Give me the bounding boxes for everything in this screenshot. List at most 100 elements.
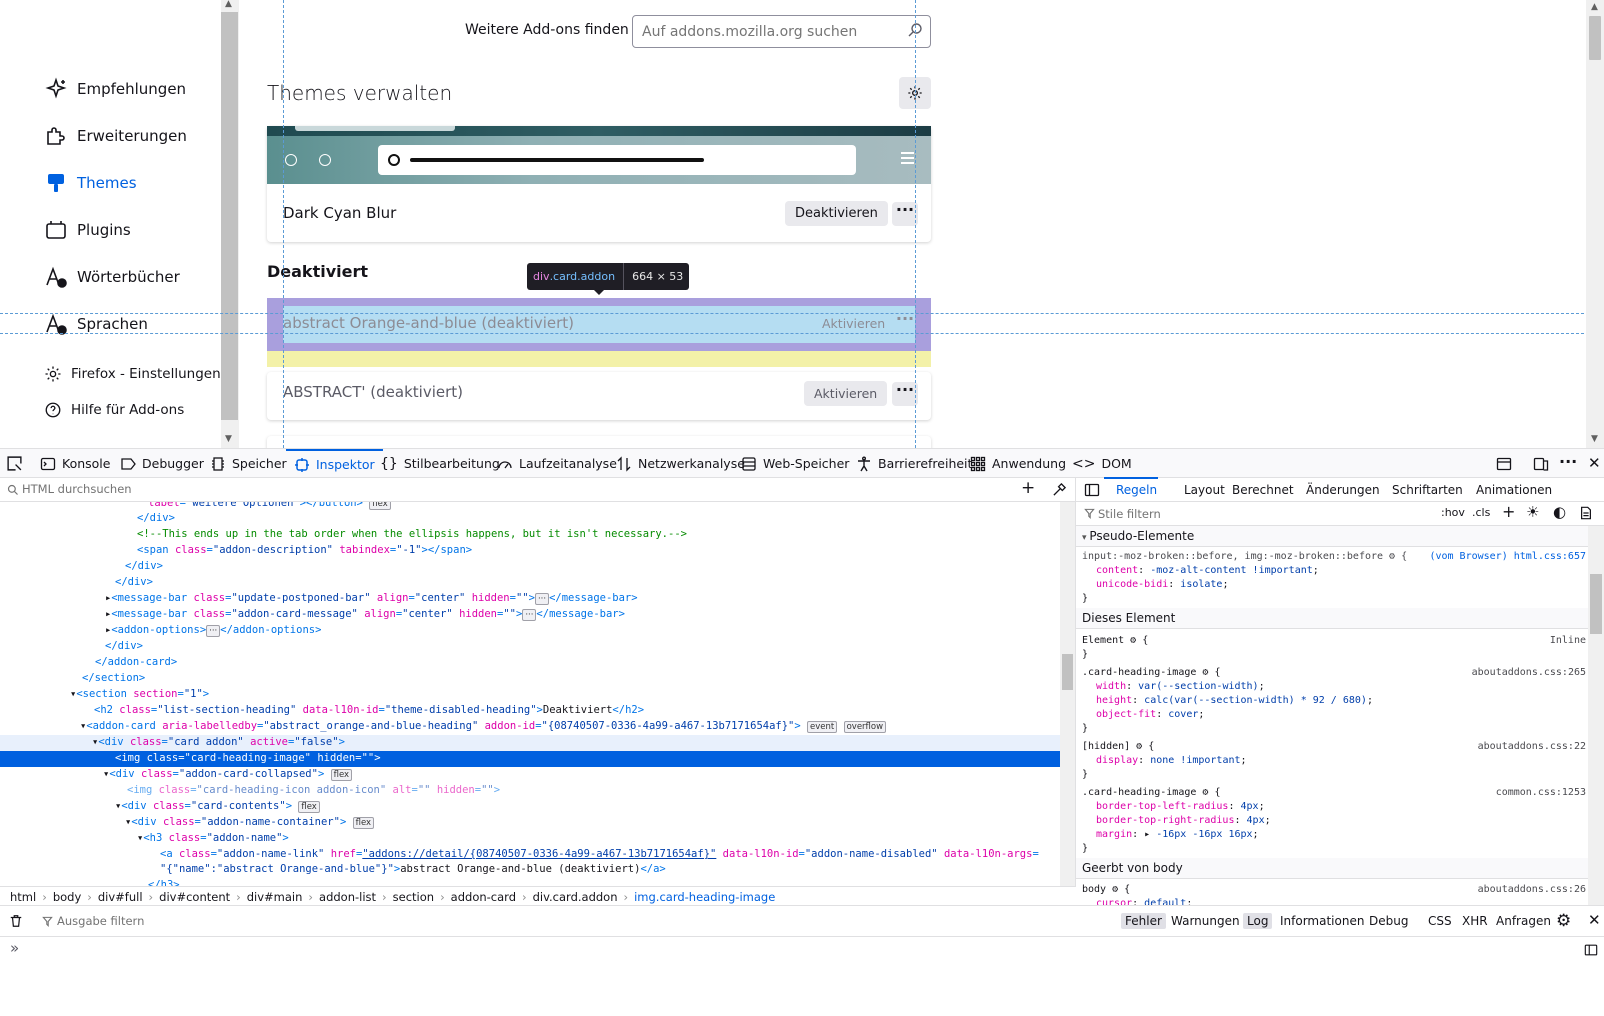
tree-node[interactable]: </div> [0, 575, 1060, 591]
rule-declaration[interactable]: width: var(--section-width); [1082, 680, 1586, 694]
tab-computed[interactable]: Berechnet [1232, 483, 1294, 497]
console-input[interactable] [30, 940, 1560, 960]
tree-node[interactable]: ▾<section section="1"> [0, 687, 1060, 703]
dock-side-icon[interactable] [1496, 456, 1512, 472]
filter-css[interactable]: CSS [1428, 914, 1452, 928]
tree-node[interactable]: ▾<div class="addon-card-collapsed"> flex [0, 767, 1060, 783]
trash-icon[interactable] [9, 914, 23, 928]
breadcrumb-item[interactable]: body [53, 890, 81, 904]
tree-node[interactable]: ▾<div class="card-contents"> flex [0, 799, 1060, 815]
breadcrumb-item[interactable]: section [393, 890, 434, 904]
tree-node[interactable]: <h2 class="list-section-heading" data-l1… [0, 703, 1060, 719]
scrollbar-thumb[interactable] [1589, 16, 1601, 60]
tree-node[interactable]: <img class="card-heading-icon addon-icon… [0, 783, 1060, 799]
tab-inspector[interactable]: Inspektor [286, 449, 383, 478]
sidebar-item-firefox-settings[interactable]: Firefox - Einstellungen [44, 365, 221, 383]
enable-button[interactable]: Aktivieren [804, 381, 888, 406]
tree-node[interactable]: ▸<message-bar class="addon-card-message"… [0, 607, 1060, 623]
sidebar-scrollbar[interactable]: ▲ ▼ [221, 0, 239, 448]
split-console-icon[interactable] [1533, 456, 1549, 472]
close-icon[interactable]: ✕ [1588, 911, 1601, 929]
tree-node[interactable]: <span class="addon-description" tabindex… [0, 543, 1060, 559]
addon-name[interactable]: Dark Cyan Blur [283, 204, 396, 222]
tree-node[interactable]: </addon-card> [0, 655, 1060, 671]
tree-node[interactable]: </div> [0, 639, 1060, 655]
markup-scrollbar[interactable] [1060, 502, 1075, 886]
breadcrumb-item[interactable]: div#full [98, 890, 143, 904]
amo-search-input[interactable] [632, 15, 931, 48]
tab-animations[interactable]: Animationen [1476, 483, 1552, 497]
tab-console[interactable]: Konsole [40, 449, 110, 478]
section-pseudo-elements[interactable]: ▾ Pseudo-Elemente [1076, 526, 1588, 547]
breadcrumb-item[interactable]: addon-card [451, 890, 516, 904]
rule-declaration[interactable]: object-fit: cover; [1082, 708, 1586, 722]
breadcrumb-item[interactable]: div#content [159, 890, 230, 904]
rule-declaration[interactable]: margin: ▸ -16px -16px 16px; [1082, 828, 1586, 842]
hover-toggle[interactable]: :hov [1441, 506, 1465, 519]
rule-declaration[interactable]: display: none !important; [1082, 754, 1586, 768]
dark-theme-icon[interactable]: ◐ [1553, 503, 1566, 521]
tab-performance[interactable]: Laufzeitanalyse [497, 449, 617, 478]
sidebar-item-addons-help[interactable]: Hilfe für Add-ons [44, 401, 184, 419]
tab-rules[interactable]: Regeln [1116, 483, 1157, 497]
tab-layout[interactable]: Layout [1184, 483, 1225, 497]
rule-selector[interactable]: [hidden] ⚙ {aboutaddons.css:22 [1082, 740, 1586, 754]
filter-warnings[interactable]: Warnungen [1171, 914, 1240, 928]
sidebar-item-dictionaries[interactable]: Wörterbücher [44, 265, 180, 289]
tab-fonts[interactable]: Schriftarten [1392, 483, 1463, 497]
close-icon[interactable]: ✕ [1588, 454, 1601, 472]
tree-node[interactable]: </section> [0, 671, 1060, 687]
tree-node[interactable]: <!--This ends up in the tab order when t… [0, 527, 1060, 543]
addon-name[interactable]: ABSTRACT' (deaktiviert) [283, 383, 463, 401]
tree-node[interactable]: </div> [0, 559, 1060, 575]
rule-declaration[interactable]: height: calc(var(--section-width) * 92 /… [1082, 694, 1586, 708]
tab-application[interactable]: Anwendung [970, 449, 1066, 478]
sidebar-item-recommendations[interactable]: Empfehlungen [44, 77, 186, 101]
tab-debugger[interactable]: Debugger [120, 449, 204, 478]
add-node-icon[interactable]: + [1021, 478, 1035, 498]
sidebar-item-plugins[interactable]: Plugins [44, 218, 131, 242]
filter-errors[interactable]: Fehler [1121, 913, 1166, 929]
light-theme-icon[interactable]: ☀ [1526, 503, 1539, 521]
filter-log[interactable]: Log [1243, 913, 1273, 929]
class-toggle[interactable]: .cls [1472, 506, 1490, 519]
element-picker-icon[interactable] [6, 455, 23, 472]
rule-declaration[interactable]: content: -moz-alt-content !important; [1082, 564, 1586, 578]
tab-changes[interactable]: Änderungen [1306, 483, 1380, 497]
tab-dom[interactable]: <> DOM [1072, 449, 1132, 478]
breadcrumb-item[interactable]: addon-list [319, 890, 376, 904]
disable-button[interactable]: Deaktivieren [785, 201, 888, 226]
rule-selector[interactable]: .card-heading-image ⚙ {aboutaddons.css:2… [1082, 666, 1586, 680]
tree-node[interactable]: <a class="addon-name-link" href="addons:… [0, 847, 1060, 863]
breadcrumb-item-current[interactable]: img.card-heading-image [634, 890, 775, 904]
sidebar-item-themes[interactable]: Themes [44, 171, 137, 195]
add-rule-icon[interactable]: + [1502, 502, 1515, 521]
tab-memory[interactable]: Speicher [210, 449, 287, 478]
sidebar-item-extensions[interactable]: Erweiterungen [44, 124, 187, 148]
breadcrumb-item[interactable]: div.card.addon [533, 890, 618, 904]
rule-selector[interactable]: input:-moz-broken::before, img:-moz-brok… [1082, 550, 1586, 564]
tab-storage[interactable]: Web-Speicher [741, 449, 849, 478]
tree-node[interactable]: ▾<addon-card aria-labelledby="abstract_o… [0, 719, 1060, 735]
overflow-menu-icon[interactable]: ··· [1559, 452, 1577, 471]
scroll-up-icon[interactable]: ▲ [225, 0, 232, 9]
rule-declaration[interactable]: border-top-left-radius: 4px; [1082, 800, 1586, 814]
filter-info[interactable]: Informationen [1280, 914, 1364, 928]
tree-node[interactable]: "{"name":"abstract Orange-and-blue"}">ab… [0, 862, 1060, 878]
rule-declaration[interactable]: border-top-right-radius: 4px; [1082, 814, 1586, 828]
tree-node[interactable]: ▾<div class="addon-name-container"> flex [0, 815, 1060, 831]
tab-network[interactable]: Netzwerkanalyse [616, 449, 745, 478]
eyedropper-icon[interactable] [1052, 482, 1067, 497]
tab-accessibility[interactable]: Barrierefreiheit [856, 449, 972, 478]
tree-node[interactable]: ▾<div class="card addon" active="false"> [0, 735, 1060, 751]
rules-filter-input[interactable]: Stile filtern [1076, 502, 1604, 526]
tab-style-editor[interactable]: {} Stilbearbeitung [380, 449, 500, 478]
console-filter-input[interactable]: Ausgabe filtern [57, 914, 144, 928]
rule-declaration[interactable]: cursor: default; [1082, 897, 1586, 905]
scroll-down-icon[interactable]: ▼ [1591, 434, 1598, 444]
tree-node[interactable]: </div> [0, 511, 1060, 527]
html-tree[interactable]: label="weitere Optionen"></button> flex … [0, 502, 1060, 886]
print-media-icon[interactable] [1579, 506, 1593, 520]
addon-name[interactable]: abstract Orange-and-blue (deaktiviert) [283, 314, 574, 332]
rule-selector[interactable]: Element ⚙ {Inline [1082, 634, 1586, 648]
